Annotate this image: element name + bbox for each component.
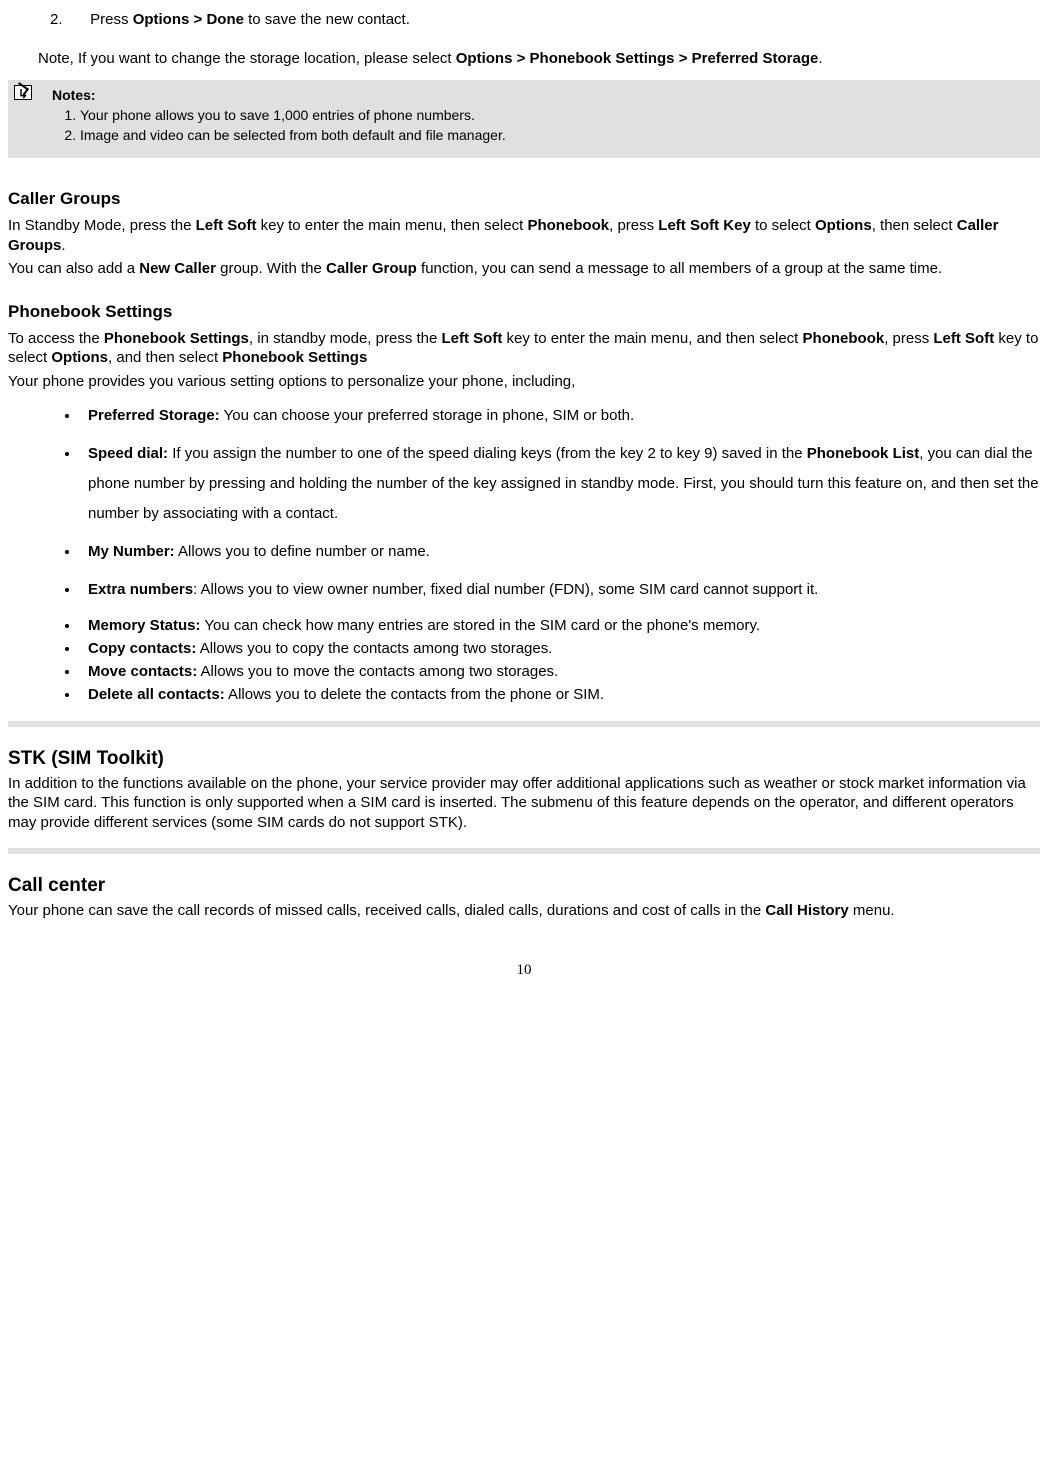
notes-content: Notes: Your phone allows you to save 1,0…	[52, 86, 1032, 145]
heading-call-center: Call center	[8, 874, 1040, 899]
notes-box: ↳ Notes: Your phone allows you to save 1…	[8, 80, 1040, 159]
notes-item: Image and video can be selected from bot…	[80, 126, 1032, 144]
notes-title: Notes:	[52, 86, 1032, 104]
step-text: Press Options > Done to save the new con…	[90, 11, 410, 28]
list-item: Speed dial: If you assign the number to …	[80, 439, 1040, 529]
list-item: Move contacts: Allows you to move the co…	[80, 661, 1040, 682]
phonebook-bullets-tight: Memory Status: You can check how many en…	[8, 615, 1040, 705]
caller-groups-p1: In Standby Mode, press the Left Soft key…	[8, 216, 1040, 255]
phonebook-p2: Your phone provides you various setting …	[8, 372, 1040, 392]
call-center-paragraph: Your phone can save the call records of …	[8, 901, 1040, 921]
stk-paragraph: In addition to the functions available o…	[8, 774, 1040, 833]
step-2: 2. Press Options > Done to save the new …	[50, 10, 1040, 30]
section-divider	[8, 721, 1040, 727]
page-number: 10	[8, 961, 1040, 981]
phonebook-bullets-spaced: Preferred Storage: You can choose your p…	[8, 401, 1040, 605]
list-item: My Number: Allows you to define number o…	[80, 537, 1040, 567]
note-arrow-icon: ↳	[14, 85, 32, 100]
heading-caller-groups: Caller Groups	[8, 188, 1040, 210]
list-item: Copy contacts: Allows you to copy the co…	[80, 638, 1040, 659]
heading-phonebook-settings: Phonebook Settings	[8, 301, 1040, 323]
caller-groups-p2: You can also add a New Caller group. Wit…	[8, 259, 1040, 279]
step-number: 2.	[50, 10, 86, 30]
list-item: Preferred Storage: You can choose your p…	[80, 401, 1040, 431]
heading-stk: STK (SIM Toolkit)	[8, 747, 1040, 772]
list-item: Extra numbers: Allows you to view owner …	[80, 575, 1040, 605]
notes-item: Your phone allows you to save 1,000 entr…	[80, 106, 1032, 124]
list-item: Delete all contacts: Allows you to delet…	[80, 684, 1040, 705]
section-divider	[8, 848, 1040, 854]
list-item: Memory Status: You can check how many en…	[80, 615, 1040, 636]
notes-list: Your phone allows you to save 1,000 entr…	[52, 106, 1032, 144]
storage-note: Note, If you want to change the storage …	[38, 44, 1040, 74]
phonebook-p1: To access the Phonebook Settings, in sta…	[8, 329, 1040, 368]
